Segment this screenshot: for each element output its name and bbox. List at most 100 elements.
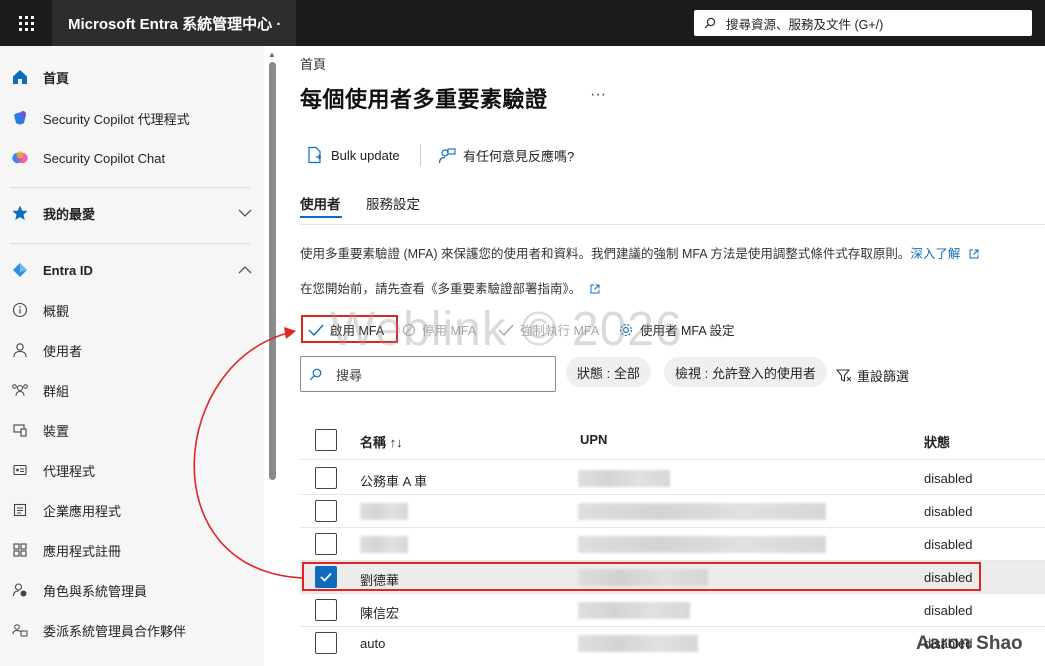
sidebar-item-enterprise-apps[interactable]: 企業應用程式 [0, 490, 264, 530]
agent-card-icon [10, 460, 30, 480]
mfa-description: 使用多重要素驗證 (MFA) 來保護您的使用者和資料。我們建議的強制 MFA 方… [300, 243, 979, 262]
info-icon [10, 300, 30, 320]
table-row[interactable]: disabled [300, 528, 1045, 561]
sidebar-item-label: 概觀 [43, 303, 70, 319]
tab-divider [300, 224, 1045, 225]
redacted-name [360, 536, 408, 553]
chevron-up-icon[interactable] [238, 263, 252, 277]
sidebar-item-label: Security Copilot Chat [43, 150, 166, 166]
sidebar-item-home[interactable]: 首頁 [0, 57, 264, 97]
app-launcher-button[interactable] [0, 0, 52, 46]
portal-brand[interactable]: Microsoft Entra 系統管理中心 · [52, 0, 296, 46]
tab-service-settings[interactable]: 服務設定 [366, 193, 420, 213]
sidebar-item-overview[interactable]: 概觀 [0, 290, 264, 330]
sidebar-item-devices[interactable]: 裝置 [0, 410, 264, 450]
sidebar-item-label: 我的最愛 [43, 206, 96, 222]
sidebar-item-label: 群組 [43, 383, 70, 399]
mfa-status: disabled [924, 537, 973, 552]
sidebar-item-label: 角色與系統管理員 [43, 583, 148, 599]
devices-icon [10, 420, 30, 440]
breadcrumb[interactable]: 首頁 [300, 54, 326, 73]
table-row[interactable]: 公務車 A 車 disabled [300, 462, 1045, 495]
user-name: 陳信宏 [360, 606, 400, 621]
external-link-icon [969, 249, 979, 259]
chevron-down-icon[interactable] [238, 206, 252, 220]
active-tab-indicator [300, 216, 342, 218]
partner-icon [10, 620, 30, 640]
reset-filters-button[interactable]: 重設篩選 [836, 366, 909, 385]
sidebar-item-label: 裝置 [43, 423, 70, 439]
external-link-icon [590, 284, 600, 294]
row-checkbox[interactable] [315, 599, 337, 621]
redacted-upn [578, 536, 826, 553]
tab-users[interactable]: 使用者 [300, 193, 341, 213]
feedback-button[interactable]: 有任何意見反應嗎? [438, 146, 574, 165]
left-navigation: 首頁 Security Copilot 代理程式 Security Copilo… [0, 46, 264, 666]
column-header-upn[interactable]: UPN [580, 432, 607, 447]
sidebar-item-agents[interactable]: 代理程式 [0, 450, 264, 490]
waffle-icon [18, 15, 34, 31]
bulk-update-label: Bulk update [331, 147, 400, 163]
star-icon [10, 203, 30, 223]
row-checkbox[interactable] [315, 500, 337, 522]
sidebar-item-label: Security Copilot 代理程式 [43, 111, 190, 127]
search-icon [704, 17, 716, 29]
sidebar-item-users[interactable]: 使用者 [0, 330, 264, 370]
sidebar-item-copilot-agents[interactable]: Security Copilot 代理程式 [0, 98, 264, 138]
author-signature: Aaron Shao [916, 633, 1023, 654]
more-options-button[interactable]: ··· [590, 86, 606, 104]
learn-more-link[interactable]: 深入了解 [910, 247, 960, 261]
watermark: Weblink © 2026 [330, 303, 683, 356]
bulk-update-button[interactable]: Bulk update [306, 146, 400, 164]
search-icon [309, 368, 322, 380]
global-search-placeholder: 搜尋資源、服務及文件 (G+/) [726, 17, 884, 32]
table-row[interactable]: disabled [300, 495, 1045, 528]
user-search-input[interactable]: 搜尋 [300, 356, 556, 392]
status-filter-pill[interactable]: 狀態 : 全部 [566, 357, 651, 387]
row-checkbox[interactable] [315, 467, 337, 489]
sidebar-item-copilot-chat[interactable]: Security Copilot Chat [0, 138, 264, 178]
select-all-checkbox[interactable] [315, 429, 337, 451]
sidebar-item-label: 首頁 [43, 70, 70, 86]
enterprise-app-icon [10, 500, 30, 520]
sidebar-item-groups[interactable]: 群組 [0, 370, 264, 410]
description-text: 使用多重要素驗證 (MFA) 來保護您的使用者和資料。我們建議的強制 MFA 方… [300, 247, 911, 261]
sidebar-item-favorites[interactable]: 我的最愛 [0, 193, 264, 233]
sidebar-divider [10, 187, 250, 188]
column-header-name[interactable]: 名稱 ↑↓ [360, 432, 403, 451]
mfa-status: disabled [924, 603, 973, 618]
view-filter-pill[interactable]: 檢視 : 允許登入的使用者 [664, 357, 827, 387]
home-icon [10, 67, 30, 87]
sidebar-item-label: Entra ID [43, 262, 93, 278]
redacted-upn [578, 470, 670, 487]
selected-row-highlight [302, 562, 981, 591]
sidebar-divider [10, 243, 250, 244]
global-search-box[interactable]: 搜尋資源、服務及文件 (G+/) [694, 10, 1032, 36]
sidebar-item-app-registrations[interactable]: 應用程式註冊 [0, 530, 264, 570]
sidebar-item-label: 使用者 [43, 343, 83, 359]
row-checkbox[interactable] [315, 632, 337, 654]
copilot-chat-icon [10, 148, 30, 168]
entra-icon [10, 260, 30, 280]
sidebar-item-roles[interactable]: 角色與系統管理員 [0, 570, 264, 610]
filter-dismiss-icon [836, 368, 852, 382]
sidebar-item-entra-id[interactable]: Entra ID [0, 250, 264, 290]
table-row[interactable]: 陳信宏 disabled [300, 594, 1045, 627]
group-icon [10, 380, 30, 400]
feedback-person-icon [438, 147, 456, 163]
sidebar-scrollbar-thumb[interactable] [269, 62, 276, 480]
deployment-guide-note[interactable]: 在您開始前，請先查看《多重要素驗證部署指南》。 [300, 278, 600, 297]
document-arrow-icon [308, 146, 322, 164]
row-checkbox[interactable] [315, 533, 337, 555]
sidebar-item-label: 應用程式註冊 [43, 543, 122, 559]
person-icon [10, 340, 30, 360]
column-header-status[interactable]: 狀態 [924, 432, 950, 451]
table-header: 名稱 ↑↓ UPN 狀態 [300, 418, 1045, 460]
scroll-up-arrow-icon[interactable]: ▲ [268, 50, 276, 59]
mfa-status: disabled [924, 504, 973, 519]
top-bar: Microsoft Entra 系統管理中心 · 搜尋資源、服務及文件 (G+/… [0, 0, 1045, 46]
page-title: 每個使用者多重要素驗證 [300, 87, 548, 112]
command-divider [420, 144, 421, 166]
copilot-agent-icon [10, 108, 30, 128]
sidebar-item-delegated-admin-partners[interactable]: 委派系統管理員合作夥伴 [0, 610, 264, 650]
